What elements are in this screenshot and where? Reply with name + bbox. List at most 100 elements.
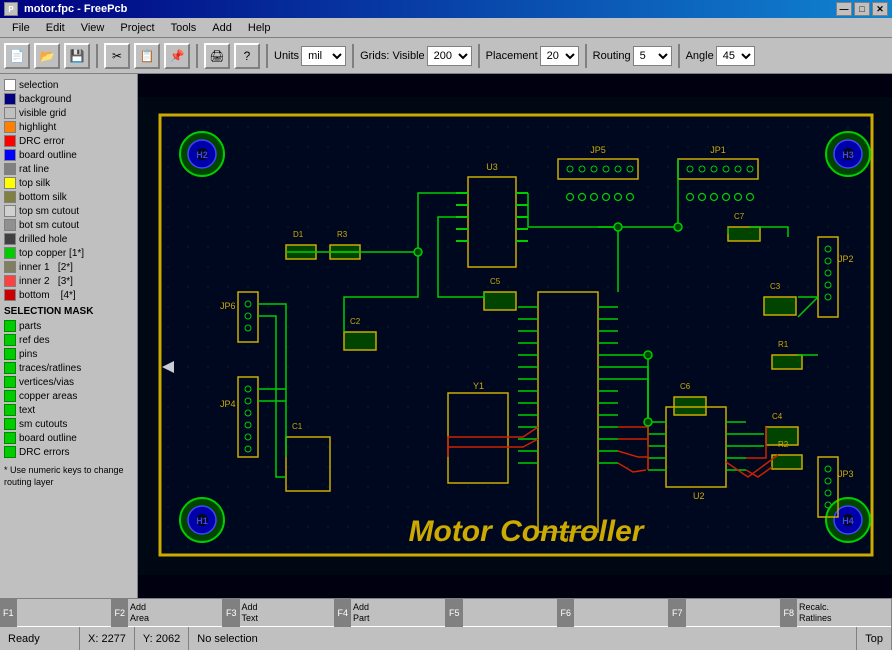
status-ready: Ready xyxy=(0,627,80,650)
svg-text:Motor Controller: Motor Controller xyxy=(409,515,646,548)
layer-color-topsilk xyxy=(4,177,16,189)
menu-help[interactable]: Help xyxy=(240,20,279,36)
fkey-f3-num: F3 xyxy=(223,599,240,627)
angle-group: Angle 45 90 0 xyxy=(686,46,755,66)
fkey-f3-label: AddText xyxy=(240,600,261,626)
svg-text:C5: C5 xyxy=(490,277,501,286)
layer-highlight[interactable]: highlight xyxy=(4,120,133,134)
fkey-f1-num: F1 xyxy=(0,599,17,627)
help-button[interactable]: ? xyxy=(234,43,260,69)
fkey-f6-label xyxy=(574,611,578,615)
layer-color-highlight xyxy=(4,121,16,133)
open-button[interactable]: 📂 xyxy=(34,43,60,69)
fkey-f7-num: F7 xyxy=(669,599,686,627)
toolbar-sep-7 xyxy=(678,44,680,68)
svg-text:H1: H1 xyxy=(196,516,208,526)
svg-text:H2: H2 xyxy=(196,150,208,160)
sel-pins[interactable]: pins xyxy=(4,347,133,361)
selection-mask-title: SELECTION MASK xyxy=(4,306,133,317)
menu-view[interactable]: View xyxy=(73,20,113,36)
placement-select[interactable]: 20 10 5 xyxy=(540,46,579,66)
layer-background[interactable]: background xyxy=(4,92,133,106)
sel-color-smcutouts xyxy=(4,418,16,430)
fkey-f5[interactable]: F5 xyxy=(446,599,558,627)
fkey-f3[interactable]: F3 AddText xyxy=(223,599,335,627)
svg-text:R3: R3 xyxy=(337,230,348,239)
menu-file[interactable]: File xyxy=(4,20,38,36)
layer-color-inner2 xyxy=(4,275,16,287)
new-button[interactable]: 📄 xyxy=(4,43,30,69)
svg-text:R2: R2 xyxy=(778,440,789,449)
menu-project[interactable]: Project xyxy=(112,20,162,36)
status-bar: Ready X: 2277 Y: 2062 No selection Top xyxy=(0,626,892,650)
sel-label-vertices: vertices/vias xyxy=(19,377,74,388)
grids-label: Grids: Visible xyxy=(360,50,425,62)
layer-visible-grid[interactable]: visible grid xyxy=(4,106,133,120)
sel-color-pins xyxy=(4,348,16,360)
layer-board-outline[interactable]: board outline xyxy=(4,148,133,162)
sel-label-pins: pins xyxy=(19,349,37,360)
minimize-button[interactable]: — xyxy=(836,2,852,16)
app-icon: P xyxy=(4,2,18,16)
menu-add[interactable]: Add xyxy=(204,20,240,36)
cut-button[interactable]: ✂ xyxy=(104,43,130,69)
sel-drcerrors[interactable]: DRC errors xyxy=(4,445,133,459)
fkey-f6[interactable]: F6 xyxy=(558,599,670,627)
fkey-f1[interactable]: F1 xyxy=(0,599,112,627)
layer-bottom-silk[interactable]: bottom silk xyxy=(4,190,133,204)
save-button[interactable]: 💾 xyxy=(64,43,90,69)
layer-color-botsilk xyxy=(4,191,16,203)
layer-bot-sm-cutout[interactable]: bot sm cutout xyxy=(4,218,133,232)
sel-refdes[interactable]: ref des xyxy=(4,333,133,347)
sel-boardoutline[interactable]: board outline xyxy=(4,431,133,445)
layer-top-copper[interactable]: top copper [1*] xyxy=(4,246,133,260)
layer-top-sm-cutout[interactable]: top sm cutout xyxy=(4,204,133,218)
layer-inner1[interactable]: inner 1 [2*] xyxy=(4,260,133,274)
toolbar: 📄 📂 💾 ✂ 📋 📌 🖨 ? Units mil mm Grids: Visi… xyxy=(0,38,892,74)
svg-text:U3: U3 xyxy=(486,162,498,172)
pcb-canvas[interactable]: H1 H2 H3 H4 U3 xyxy=(138,74,892,598)
fkey-f4[interactable]: F4 AddPart xyxy=(335,599,447,627)
svg-text:Y1: Y1 xyxy=(473,381,484,391)
close-button[interactable]: ✕ xyxy=(872,2,888,16)
grids-select[interactable]: 200 100 50 xyxy=(427,46,472,66)
fkey-f8[interactable]: F8 Recalc.Ratlines xyxy=(781,599,892,627)
layer-drc-error[interactable]: DRC error xyxy=(4,134,133,148)
svg-text:C7: C7 xyxy=(734,212,745,221)
sel-vertices[interactable]: vertices/vias xyxy=(4,375,133,389)
routing-select[interactable]: 5 10 20 xyxy=(633,46,672,66)
paste-button[interactable]: 📌 xyxy=(164,43,190,69)
units-select[interactable]: mil mm xyxy=(301,46,346,66)
layer-color-rat xyxy=(4,163,16,175)
layer-inner2[interactable]: inner 2 [3*] xyxy=(4,274,133,288)
layer-top-silk[interactable]: top silk xyxy=(4,176,133,190)
svg-text:R1: R1 xyxy=(778,340,789,349)
fkey-f5-num: F5 xyxy=(446,599,463,627)
menu-tools[interactable]: Tools xyxy=(163,20,205,36)
fkey-f2[interactable]: F2 AddArea xyxy=(112,599,224,627)
layer-color-drc xyxy=(4,135,16,147)
sel-copper[interactable]: copper areas xyxy=(4,389,133,403)
svg-text:U2: U2 xyxy=(693,491,705,501)
maximize-button[interactable]: □ xyxy=(854,2,870,16)
status-layer-text: Top xyxy=(865,633,883,645)
layer-bottom[interactable]: bottom [4*] xyxy=(4,288,133,302)
sel-parts[interactable]: parts xyxy=(4,319,133,333)
sel-color-boardoutline xyxy=(4,432,16,444)
sel-color-refdes xyxy=(4,334,16,346)
angle-select[interactable]: 45 90 0 xyxy=(716,46,755,66)
layer-selection[interactable]: selection xyxy=(4,78,133,92)
layer-drilled-hole[interactable]: drilled hole xyxy=(4,232,133,246)
svg-text:C2: C2 xyxy=(350,317,361,326)
title-controls: — □ ✕ xyxy=(836,2,888,16)
layer-rat-line[interactable]: rat line xyxy=(4,162,133,176)
fkey-f7[interactable]: F7 xyxy=(669,599,781,627)
svg-text:JP1: JP1 xyxy=(710,145,726,155)
sel-smcutouts[interactable]: sm cutouts xyxy=(4,417,133,431)
sel-text[interactable]: text xyxy=(4,403,133,417)
sel-traces[interactable]: traces/ratlines xyxy=(4,361,133,375)
copy-button[interactable]: 📋 xyxy=(134,43,160,69)
layer-color-board xyxy=(4,149,16,161)
print-button[interactable]: 🖨 xyxy=(204,43,230,69)
menu-edit[interactable]: Edit xyxy=(38,20,73,36)
